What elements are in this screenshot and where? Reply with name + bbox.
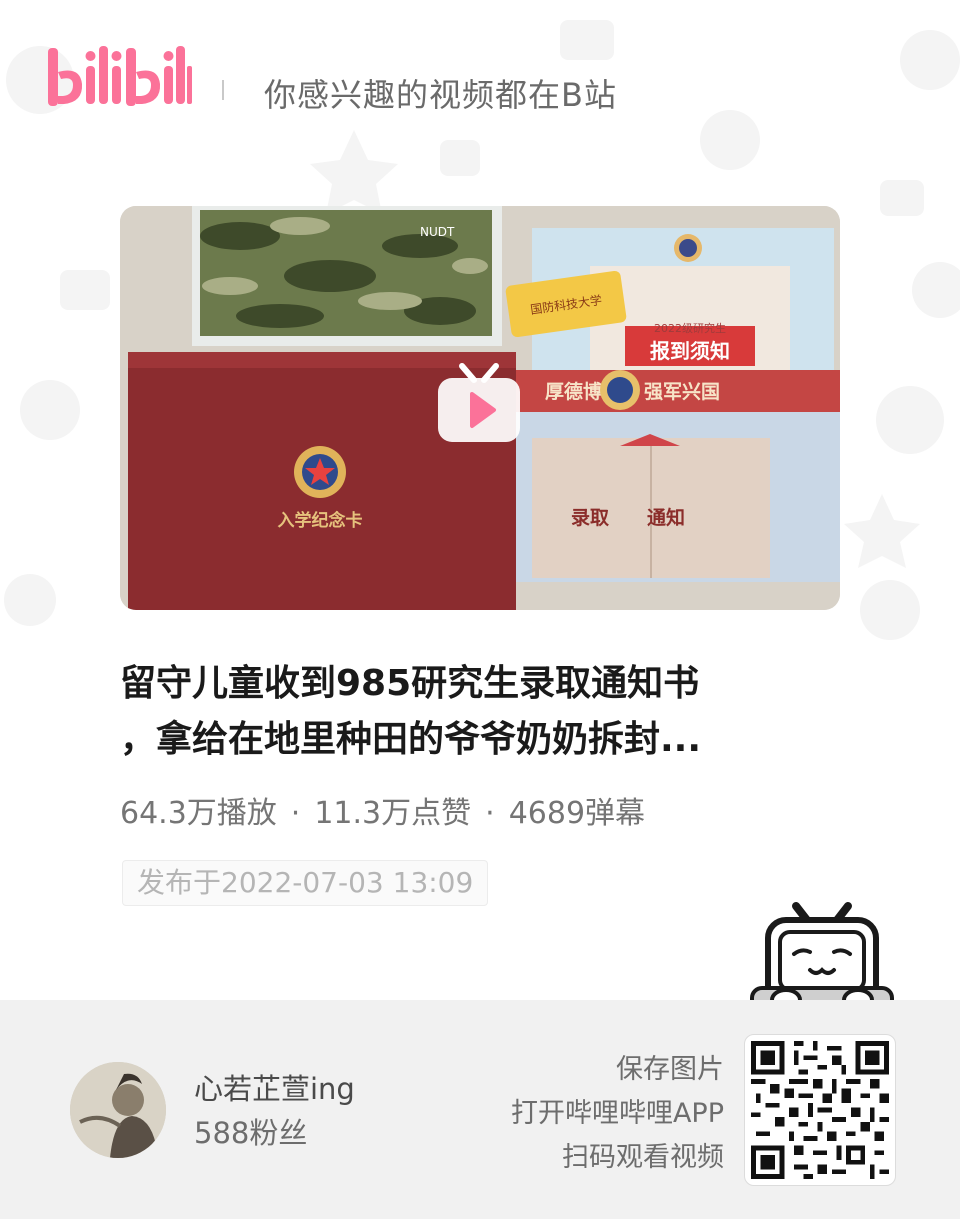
notice-text: 报到须知 <box>650 339 730 363</box>
header-divider <box>222 80 224 100</box>
video-cover[interactable]: NUDT 2022级研究生 报到须知 国防科技大学 厚德博学 强军兴国 录取 通… <box>120 206 840 610</box>
uploader-avatar[interactable] <box>70 1062 166 1158</box>
mask-label: NUDT <box>420 225 455 239</box>
video-title[interactable]: 留守儿童收到985研究生录取通知书 ，拿给在地里种田的爷爷奶奶拆封... <box>120 656 840 768</box>
video-title-line1: 留守儿童收到985研究生录取通知书 <box>120 663 700 704</box>
views-count: 64.3万播放 <box>120 796 277 831</box>
save-line-2: 打开哔哩哔哩APP <box>510 1098 724 1129</box>
avatar-image <box>70 1062 166 1158</box>
tv-play-icon <box>438 363 520 442</box>
admission-left: 录取 <box>571 507 609 529</box>
motto-right: 强军兴国 <box>644 381 720 403</box>
grad-label: 2022级研究生 <box>654 321 726 335</box>
likes-count: 11.3万点赞 <box>314 796 472 831</box>
header: 你感兴趣的视频都在B站 <box>46 42 926 142</box>
video-stats: 64.3万播放 · 11.3万点赞 · 4689弹幕 <box>120 788 645 832</box>
card-title: 入学纪念卡 <box>278 510 363 531</box>
play-button[interactable] <box>436 362 522 444</box>
fan-count: 588粉丝 <box>194 1116 308 1150</box>
admission-right: 通知 <box>647 506 685 529</box>
danmaku-count: 4689弹幕 <box>508 796 646 831</box>
uploader-name[interactable]: 心若芷萱ing <box>194 1066 355 1108</box>
save-line-3: 扫码观看视频 <box>562 1142 724 1173</box>
bilibili-logo[interactable] <box>46 42 192 114</box>
bilibili-logo-icon <box>48 46 192 106</box>
stats-separator: · <box>485 796 495 831</box>
bilibili-tv-mascot-icon <box>748 892 896 1016</box>
stats-separator: · <box>290 796 301 831</box>
save-line-1: 保存图片 <box>616 1054 724 1085</box>
slogan: 你感兴趣的视频都在B站 <box>264 76 617 114</box>
save-instructions: 保存图片 打开哔哩哔哩APP 扫码观看视频 <box>511 1048 724 1180</box>
video-title-line2: ，拿给在地里种田的爷爷奶奶拆封... <box>120 719 702 760</box>
qr-code-icon <box>751 1041 889 1179</box>
qr-code <box>744 1034 896 1186</box>
publish-date: 发布于2022-07-03 13:09 <box>122 860 489 906</box>
